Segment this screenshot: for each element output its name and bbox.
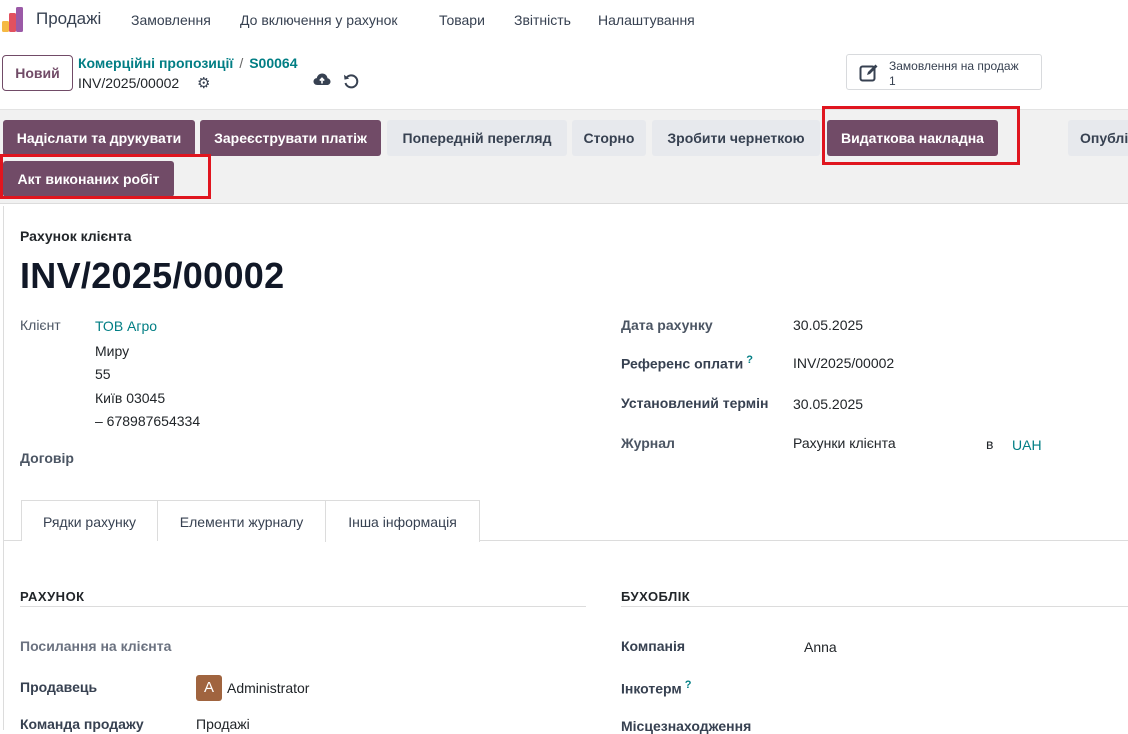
highlight-frame bbox=[822, 106, 1020, 165]
currency-link[interactable]: UAH bbox=[1012, 437, 1042, 453]
tab-other-info[interactable]: Інша інформація bbox=[325, 500, 480, 542]
breadcrumb-order[interactable]: S00064 bbox=[249, 55, 297, 71]
reverse-button[interactable]: Сторно bbox=[572, 120, 646, 156]
help-icon[interactable]: ? bbox=[746, 354, 753, 366]
customer-street: Миру bbox=[95, 343, 130, 359]
invoice-section-title: РАХУНОК bbox=[20, 589, 85, 604]
contract-label: Договір bbox=[20, 450, 74, 466]
section-divider bbox=[621, 606, 1128, 607]
document-type: Рахунок клієнта bbox=[20, 228, 132, 244]
menu-reporting[interactable]: Звітність bbox=[514, 12, 571, 28]
company[interactable]: Anna bbox=[804, 639, 837, 655]
smart-button-count: 1 bbox=[889, 74, 896, 88]
menu-products[interactable]: Товари bbox=[439, 12, 485, 28]
due-date-label: Установлений термін bbox=[621, 395, 769, 411]
customer-ref-label: Посилання на клієнта bbox=[20, 638, 172, 654]
smart-button-label: Замовлення на продаж bbox=[889, 59, 1019, 73]
journal[interactable]: Рахунки клієнта bbox=[793, 435, 896, 451]
invoice-date-label: Дата рахунку bbox=[621, 317, 713, 333]
document-number: INV/2025/00002 bbox=[20, 255, 285, 296]
customer-city: Київ 03045 bbox=[95, 390, 166, 406]
journal-label: Журнал bbox=[621, 435, 675, 451]
invoice-date[interactable]: 30.05.2025 bbox=[793, 317, 863, 333]
payment-ref-label-text: Референс оплати bbox=[621, 355, 744, 372]
location-label: Місцезнаходження bbox=[621, 718, 752, 734]
new-button[interactable]: Новий bbox=[2, 55, 73, 91]
breadcrumb: Комерційні пропозиції / S00064 bbox=[78, 55, 298, 71]
due-date[interactable]: 30.05.2025 bbox=[793, 396, 863, 412]
preview-button[interactable]: Попередній перегляд bbox=[387, 120, 567, 156]
tab-label: Елементи журналу bbox=[179, 514, 304, 530]
customer-label: Клієнт bbox=[20, 317, 61, 333]
top-navbar: Продажі Замовлення До включення у рахуно… bbox=[0, 0, 1128, 40]
discard-icon[interactable] bbox=[343, 73, 359, 89]
gear-icon[interactable]: ⚙ bbox=[197, 74, 210, 92]
send-print-button[interactable]: Надіслати та друкувати bbox=[3, 120, 195, 156]
salesperson[interactable]: Administrator bbox=[227, 680, 309, 696]
menu-to-invoice[interactable]: До включення у рахунок bbox=[240, 12, 398, 28]
reset-to-draft-button[interactable]: Зробити чернеткою bbox=[652, 120, 820, 156]
tab-label: Інша інформація bbox=[348, 514, 457, 530]
payment-ref[interactable]: INV/2025/00002 bbox=[793, 355, 894, 371]
app-title[interactable]: Продажі bbox=[36, 9, 101, 29]
menu-orders[interactable]: Замовлення bbox=[131, 12, 211, 28]
publish-button[interactable]: Опублі bbox=[1068, 120, 1128, 156]
menu-configuration[interactable]: Налаштування bbox=[598, 12, 695, 28]
avatar: A bbox=[196, 675, 222, 701]
help-icon[interactable]: ? bbox=[685, 679, 692, 691]
customer-building: 55 bbox=[95, 366, 111, 382]
tab-label: Рядки рахунку bbox=[42, 514, 137, 530]
customer-phone: – 678987654334 bbox=[95, 413, 201, 429]
tab-journal-items[interactable]: Елементи журналу bbox=[157, 500, 326, 541]
salesperson-label: Продавець bbox=[20, 679, 98, 695]
highlight-frame bbox=[0, 154, 211, 199]
section-divider bbox=[20, 606, 586, 607]
in-label: в bbox=[986, 436, 994, 452]
tab-invoice-lines[interactable]: Рядки рахунку bbox=[21, 500, 158, 541]
cloud-save-icon[interactable] bbox=[313, 72, 331, 88]
incoterm-label-text: Інкотерм bbox=[621, 680, 682, 697]
record-name: INV/2025/00002 bbox=[78, 75, 180, 91]
breadcrumb-separator: / bbox=[239, 55, 244, 71]
sales-app-icon[interactable] bbox=[2, 7, 26, 33]
customer-link[interactable]: ТОВ Агро bbox=[95, 318, 157, 334]
sale-orders-smart-button[interactable]: Замовлення на продаж 1 bbox=[846, 54, 1042, 90]
company-label: Компанія bbox=[621, 638, 686, 654]
register-payment-button[interactable]: Зареєструвати платіж bbox=[200, 120, 381, 156]
payment-ref-label: Референс оплати? bbox=[621, 354, 753, 372]
accounting-section-title: БУХОБЛІК bbox=[621, 589, 691, 604]
edit-icon bbox=[859, 64, 878, 82]
breadcrumb-quotations[interactable]: Комерційні пропозиції bbox=[78, 55, 233, 71]
incoterm-label: Інкотерм? bbox=[621, 679, 691, 697]
